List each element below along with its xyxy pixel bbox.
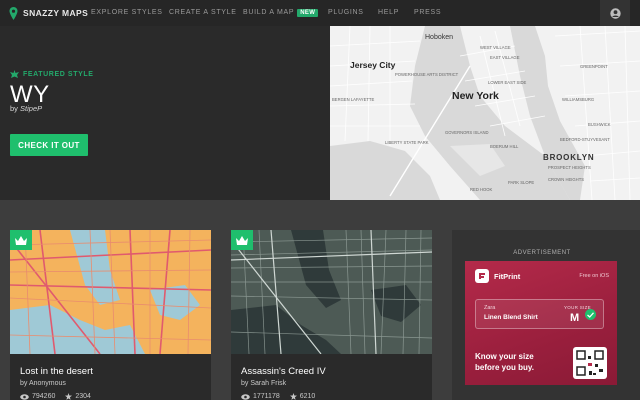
map-label-brooklyn: BROOKLYN [543,153,594,162]
map-label-jersey-city: Jersey City [350,60,396,70]
map-label-new-york: New York [452,90,499,102]
user-icon [609,7,621,19]
featured-style-tag: FEATURED STYLE [10,70,94,78]
svg-text:CROWN HEIGHTS: CROWN HEIGHTS [548,177,584,182]
featured-map-preview[interactable]: Hoboken Jersey City New York BROOKLYN WE… [330,26,640,200]
map-label-hoboken: Hoboken [425,34,453,41]
ad-headline: Know your size before you buy. [475,351,565,373]
featured-style-label: FEATURED STYLE [23,70,94,78]
svg-text:BOERUM HILL: BOERUM HILL [490,144,519,149]
creed-map-graphic [231,230,432,354]
svg-text:BEDFORD-STUYVESANT: BEDFORD-STUYVESANT [560,137,610,142]
ad-free-text: Free on iOS [579,273,609,279]
brand-logo[interactable]: SNAZZY MAPS [9,6,88,20]
star-icon [289,393,297,400]
featured-style-author: by StipeP [10,104,42,113]
qr-code-icon [573,347,607,379]
style-card-stats: 1771178 6210 [241,393,317,400]
nav-build-map[interactable]: BUILD A MAP NEW [243,9,319,17]
star-icon [65,393,73,400]
svg-text:LIBERTY STATE PARK: LIBERTY STATE PARK [385,140,429,145]
nav-build-map-label: BUILD A MAP [243,9,295,16]
leaf-icon [10,70,19,78]
nav-press[interactable]: PRESS [414,9,441,16]
eye-icon [241,393,250,400]
check-it-out-button[interactable]: CHECK IT OUT [10,134,88,156]
nav-help[interactable]: HELP [378,9,399,16]
map-graphic: Hoboken Jersey City New York BROOKLYN WE… [330,26,640,200]
star-count: 6210 [299,393,316,400]
ad-store: Zara [484,305,496,311]
svg-text:PARK SLOPE: PARK SLOPE [508,180,534,185]
style-card-title[interactable]: Lost in the desert [20,366,93,377]
ad-product-box: Zara Linen Blend Shirt YOUR SIZE M [475,299,604,329]
nav-create-style[interactable]: CREATE A STYLE [169,9,237,16]
svg-text:GREENPOINT: GREENPOINT [580,64,608,69]
featured-crown-badge [231,230,253,250]
top-navbar: SNAZZY MAPS EXPLORE STYLES CREATE A STYL… [0,0,640,26]
check-icon [585,309,596,320]
view-count: 1771178 [253,393,280,400]
advertisement-panel: ADVERTISEMENT FitPrint Free on iOS Zara … [452,230,640,400]
svg-text:WILLIAMSBURG: WILLIAMSBURG [562,97,594,102]
svg-text:GOVERNORS ISLAND: GOVERNORS ISLAND [445,130,489,135]
nav-explore-styles[interactable]: EXPLORE STYLES [91,9,163,16]
crown-icon [236,235,248,245]
ad-headline-line-1: Know your size [475,352,534,361]
svg-text:RED HOOK: RED HOOK [470,187,493,192]
ad-brand-name: FitPrint [494,272,521,281]
svg-text:EAST VILLAGE: EAST VILLAGE [490,55,520,60]
fitprint-logo-icon [475,269,489,283]
svg-text:BERGEN LAFAYETTE: BERGEN LAFAYETTE [332,97,374,102]
svg-text:PROSPECT HEIGHTS: PROSPECT HEIGHTS [548,165,591,170]
ad-size-value: M [570,312,580,324]
style-card-title[interactable]: Assassin's Creed IV [241,366,326,377]
style-card-author[interactable]: by Anonymous [20,380,66,387]
crown-icon [15,235,27,245]
style-card-lost-in-the-desert[interactable]: Lost in the desert by Anonymous 794260 2… [10,230,211,400]
author-prefix: by [10,104,18,113]
ad-headline-line-2: before you buy. [475,363,534,372]
style-card-assassins-creed-iv[interactable]: Assassin's Creed IV by Sarah Frisk 17711… [231,230,432,400]
brand-name: SNAZZY MAPS [23,8,89,18]
new-badge: NEW [297,9,319,17]
svg-text:POWERHOUSE ARTS DISTRICT: POWERHOUSE ARTS DISTRICT [395,72,459,77]
nav-plugins[interactable]: PLUGINS [328,9,364,16]
view-count: 794260 [32,393,56,400]
author-name[interactable]: StipeP [20,104,42,113]
svg-text:LOWER EAST SIDE: LOWER EAST SIDE [488,80,527,85]
svg-text:BUSHWICK: BUSHWICK [588,122,611,127]
star-count: 2304 [75,393,91,400]
map-pin-icon [9,6,18,20]
desert-map-graphic [10,230,211,354]
style-card-map-preview[interactable] [10,230,211,354]
svg-text:WEST VILLAGE: WEST VILLAGE [480,45,511,50]
style-card-map-preview[interactable] [231,230,432,354]
featured-crown-badge [10,230,32,250]
ad-product: Linen Blend Shirt [484,314,538,321]
style-card-stats: 794260 2304 [20,393,93,400]
fitprint-ad[interactable]: FitPrint Free on iOS Zara Linen Blend Sh… [465,261,617,385]
advertisement-label: ADVERTISEMENT [513,250,571,256]
eye-icon [20,393,29,400]
account-button[interactable] [600,0,630,26]
featured-hero: FEATURED STYLE WY by StipeP CHECK IT OUT [0,26,640,200]
style-card-author[interactable]: by Sarah Frisk [241,380,286,387]
